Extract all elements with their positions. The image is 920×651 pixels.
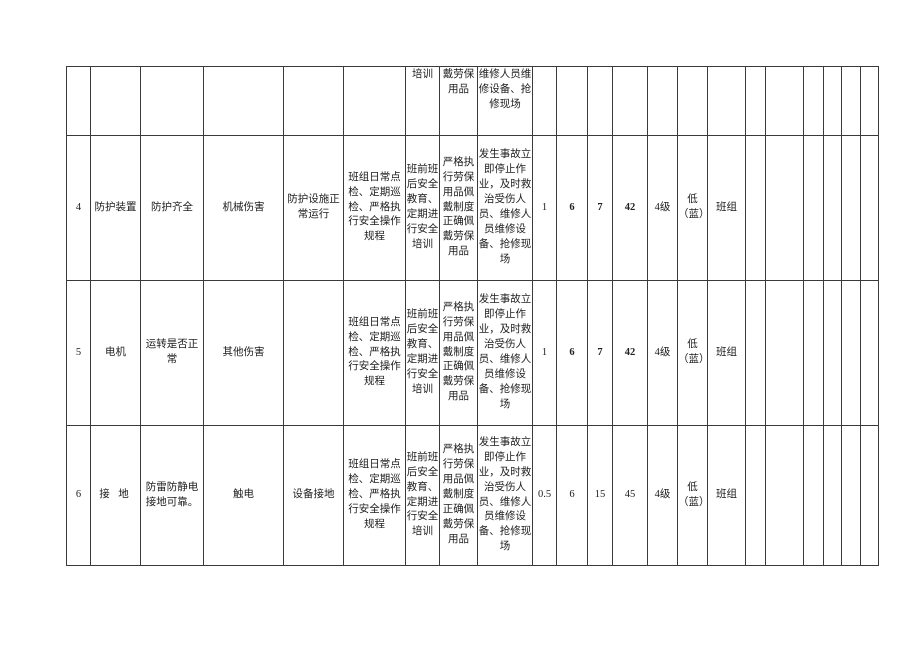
cell-blank-column-4 <box>823 135 842 281</box>
cell-consequence-value: 7 <box>587 135 613 281</box>
cell-blank-column-5 <box>841 135 861 281</box>
cell-ppe-control: 严格执行劳保用品佩戴制度正确佩戴劳保用品 <box>439 425 478 566</box>
cell-emergency-control: 发生事故立即停止作业，及时救治受伤人员、维修人员维修设备、抢修现场 <box>477 425 533 566</box>
cell-emergency-control: 维修人员维修设备、抢修现场 <box>477 66 533 136</box>
cell-exposure-value <box>556 66 588 136</box>
cell-equipment-part: 接 地 <box>90 425 141 566</box>
cell-blank-column-2 <box>765 280 804 426</box>
cell-blank-column-3 <box>803 425 824 566</box>
table-body: 培训 戴劳保用品 维修人员维修设备、抢修现场 4 防护装置 防护齐全 机械伤害 … <box>66 66 879 566</box>
cell-blank-column-4 <box>823 425 842 566</box>
cell-risk-color-grade: 低（蓝） <box>677 425 708 566</box>
cell-blank-column-3 <box>803 135 824 281</box>
cell-likelihood-value <box>532 66 557 136</box>
cell-serial-number: 6 <box>66 425 91 566</box>
cell-equipment-part: 防护装置 <box>90 135 141 281</box>
cell-risk-score-d: 42 <box>612 135 648 281</box>
cell-engineering-control <box>283 66 344 136</box>
cell-inspection-standard: 防护齐全 <box>140 135 204 281</box>
cell-blank-column-2 <box>765 425 804 566</box>
cell-management-control: 班组日常点检、定期巡检、严格执行安全操作规程 <box>343 280 406 426</box>
cell-risk-score-d: 42 <box>612 280 648 426</box>
cell-responsible-unit: 班组 <box>707 425 746 566</box>
cell-likelihood-value: 0.5 <box>532 425 557 566</box>
cell-risk-level: 4级 <box>647 425 678 566</box>
cell-accident-type <box>203 66 284 136</box>
cell-risk-color-grade: 低（蓝） <box>677 280 708 426</box>
cell-risk-color-grade <box>677 66 708 136</box>
cell-accident-type: 触电 <box>203 425 284 566</box>
cell-engineering-control: 防护设施正常运行 <box>283 135 344 281</box>
cell-blank-column-6 <box>860 135 879 281</box>
cell-likelihood-value: 1 <box>532 135 557 281</box>
cell-ppe-control: 严格执行劳保用品佩戴制度正确佩戴劳保用品 <box>439 135 478 281</box>
cell-blank-column-1 <box>745 66 766 136</box>
risk-assessment-table: 培训 戴劳保用品 维修人员维修设备、抢修现场 4 防护装置 防护齐全 机械伤害 … <box>66 66 879 566</box>
cell-exposure-value: 6 <box>556 135 588 281</box>
cell-engineering-control: 设备接地 <box>283 425 344 566</box>
cell-accident-type: 机械伤害 <box>203 135 284 281</box>
cell-equipment-part: 电机 <box>90 280 141 426</box>
cell-blank-column-1 <box>745 135 766 281</box>
cell-training-control: 班前班后安全教育、定期进行安全培训 <box>405 280 440 426</box>
cell-blank-column-6 <box>860 425 879 566</box>
cell-responsible-unit: 班组 <box>707 280 746 426</box>
table-row: 4 防护装置 防护齐全 机械伤害 防护设施正常运行 班组日常点检、定期巡检、严格… <box>66 135 879 281</box>
cell-risk-level: 4级 <box>647 280 678 426</box>
cell-ppe-control: 严格执行劳保用品佩戴制度正确佩戴劳保用品 <box>439 280 478 426</box>
cell-training-control: 班前班后安全教育、定期进行安全培训 <box>405 135 440 281</box>
cell-inspection-standard: 运转是否正常 <box>140 280 204 426</box>
cell-consequence-value: 7 <box>587 280 613 426</box>
cell-blank-column-1 <box>745 425 766 566</box>
cell-inspection-standard: 防雷防静电接地可靠。 <box>140 425 204 566</box>
cell-blank-column-6 <box>860 280 879 426</box>
cell-blank-column-3 <box>803 280 824 426</box>
table-row: 培训 戴劳保用品 维修人员维修设备、抢修现场 <box>66 66 879 136</box>
cell-consequence-value: 15 <box>587 425 613 566</box>
cell-responsible-unit <box>707 66 746 136</box>
cell-risk-score-d: 45 <box>612 425 648 566</box>
cell-blank-column-4 <box>823 280 842 426</box>
cell-equipment-part <box>90 66 141 136</box>
cell-ppe-control: 戴劳保用品 <box>439 66 478 136</box>
document-page: 培训 戴劳保用品 维修人员维修设备、抢修现场 4 防护装置 防护齐全 机械伤害 … <box>0 0 920 651</box>
cell-accident-type: 其他伤害 <box>203 280 284 426</box>
cell-likelihood-value: 1 <box>532 280 557 426</box>
cell-risk-score-d <box>612 66 648 136</box>
cell-engineering-control <box>283 280 344 426</box>
cell-serial-number: 5 <box>66 280 91 426</box>
cell-blank-column-2 <box>765 66 804 136</box>
cell-training-control: 培训 <box>405 66 440 136</box>
cell-training-control: 班前班后安全教育、定期进行安全培训 <box>405 425 440 566</box>
cell-blank-column-6 <box>860 66 879 136</box>
cell-risk-level: 4级 <box>647 135 678 281</box>
cell-emergency-control: 发生事故立即停止作业，及时救治受伤人员、维修人员维修设备、抢修现场 <box>477 280 533 426</box>
cell-blank-column-5 <box>841 280 861 426</box>
cell-management-control <box>343 66 406 136</box>
cell-risk-color-grade: 低（蓝） <box>677 135 708 281</box>
cell-exposure-value: 6 <box>556 425 588 566</box>
cell-risk-level <box>647 66 678 136</box>
cell-blank-column-2 <box>765 135 804 281</box>
cell-emergency-control: 发生事故立即停止作业，及时救治受伤人员、维修人员维修设备、抢修现场 <box>477 135 533 281</box>
cell-management-control: 班组日常点检、定期巡检、严格执行安全操作规程 <box>343 135 406 281</box>
cell-blank-column-5 <box>841 425 861 566</box>
cell-management-control: 班组日常点检、定期巡检、严格执行安全操作规程 <box>343 425 406 566</box>
cell-serial-number <box>66 66 91 136</box>
cell-responsible-unit: 班组 <box>707 135 746 281</box>
cell-inspection-standard <box>140 66 204 136</box>
cell-blank-column-1 <box>745 280 766 426</box>
table-row: 5 电机 运转是否正常 其他伤害 班组日常点检、定期巡检、严格执行安全操作规程 … <box>66 280 879 426</box>
cell-exposure-value: 6 <box>556 280 588 426</box>
cell-blank-column-4 <box>823 66 842 136</box>
table-row: 6 接 地 防雷防静电接地可靠。 触电 设备接地 班组日常点检、定期巡检、严格执… <box>66 425 879 566</box>
cell-consequence-value <box>587 66 613 136</box>
cell-blank-column-3 <box>803 66 824 136</box>
cell-blank-column-5 <box>841 66 861 136</box>
cell-serial-number: 4 <box>66 135 91 281</box>
